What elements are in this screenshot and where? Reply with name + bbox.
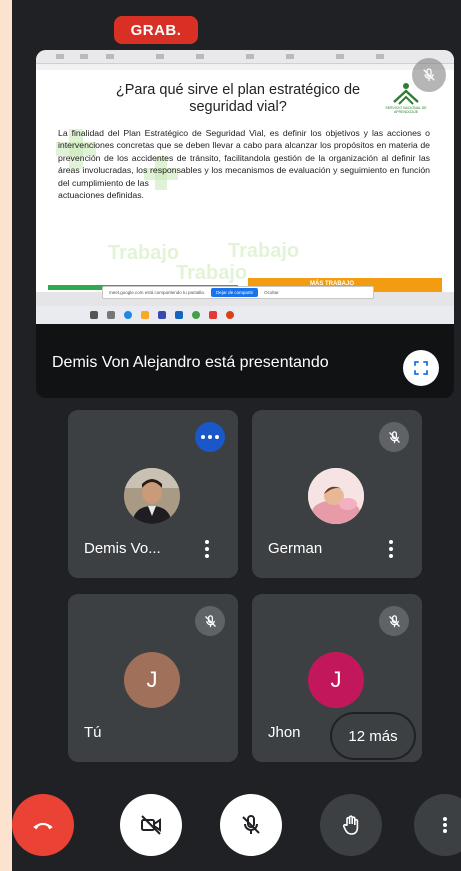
presenter-label: Demis Von Alejandro está presentando [52, 354, 329, 371]
ribbon-labels [36, 64, 454, 70]
avatar: J [124, 652, 180, 708]
slide-title: ¿Para qué sirve el plan estratégico de s… [115, 82, 361, 115]
speaking-dot [201, 435, 205, 439]
mic-off-icon [423, 68, 435, 81]
shared-screen: Trabajo Trabajo Trabajo ¿Para qué sirve … [36, 50, 454, 324]
raise-hand-icon [342, 815, 359, 835]
participant-name: Tú [84, 724, 102, 741]
mail-icon [175, 311, 183, 319]
mic-off-icon [204, 614, 216, 627]
recording-label: GRAB. [130, 21, 182, 39]
app-ribbon [36, 50, 454, 64]
fullscreen-icon [414, 361, 428, 375]
avatar-photo [124, 468, 180, 524]
menu-dot [389, 554, 393, 558]
avatar [124, 468, 180, 524]
menu-dot [389, 540, 393, 544]
slide-body-tail: actuaciones definidas. [58, 190, 144, 201]
avatar: J [308, 652, 364, 708]
participant-menu-button[interactable] [382, 534, 400, 564]
raise-hand-button[interactable] [320, 794, 382, 856]
more-vert-icon [443, 817, 447, 833]
participant-menu-button[interactable] [198, 534, 216, 564]
menu-dot [205, 554, 209, 558]
more-options-button[interactable] [414, 794, 461, 856]
logo-text: SERVICIO NACIONAL DE APRENDIZAJE [385, 106, 427, 114]
participant-tile[interactable]: J Tú [68, 594, 238, 762]
mic-toggle-button[interactable] [220, 794, 282, 856]
recording-badge: GRAB. [114, 16, 198, 44]
hide-notice-button: Ocultar [264, 290, 279, 295]
speaking-indicator [195, 422, 225, 452]
menu-dot [205, 547, 209, 551]
avatar-letter: J [330, 667, 342, 692]
meet-call-screen: GRAB. Trabajo Trabajo Trabajo ¿Para qué … [12, 0, 461, 871]
menu-dot [205, 540, 209, 544]
stop-sharing-button: Dejar de compartir [211, 288, 259, 297]
mic-off-indicator [379, 422, 409, 452]
participant-tile[interactable]: Demis Vo... [68, 410, 238, 578]
edge-icon [124, 311, 132, 319]
speaking-dot [215, 435, 219, 439]
slide: Trabajo Trabajo Trabajo ¿Para qué sirve … [48, 72, 442, 306]
share-notice-text: meet.google.com está compartiendo tu pan… [109, 290, 206, 295]
avatar-photo [308, 468, 364, 524]
mic-off-icon [388, 614, 400, 627]
search-icon [90, 311, 98, 319]
screen-share-notice: meet.google.com está compartiendo tu pan… [102, 286, 374, 299]
bg-word: Trabajo [108, 242, 180, 264]
phone-hangup-icon [33, 822, 53, 830]
presenter-mic-off-indicator [412, 58, 446, 92]
windows-taskbar [36, 306, 454, 324]
speaking-dot [208, 435, 212, 439]
fullscreen-button[interactable] [403, 350, 439, 386]
presentation-tile[interactable]: Trabajo Trabajo Trabajo ¿Para qué sirve … [36, 50, 454, 398]
office-icon [209, 311, 217, 319]
folder-icon [141, 311, 149, 319]
bg-word: Trabajo [228, 240, 300, 262]
avatar-letter: J [146, 667, 158, 692]
mic-off-icon [242, 814, 260, 834]
more-participants-button[interactable]: 12 más [332, 714, 414, 758]
participant-name: German [268, 540, 323, 557]
store-icon [158, 311, 166, 319]
mic-off-indicator [195, 606, 225, 636]
camera-off-icon [141, 815, 161, 835]
participant-name: Demis Vo... [84, 540, 161, 557]
menu-dot [389, 547, 393, 551]
end-call-button[interactable] [12, 794, 74, 856]
chrome-icon [192, 311, 200, 319]
avatar [308, 468, 364, 524]
mic-off-indicator [379, 606, 409, 636]
slide-body: La finalidad del Plan Estratégico de Seg… [58, 127, 430, 201]
mic-off-icon [388, 430, 400, 443]
participant-tile[interactable]: German [252, 410, 422, 578]
participant-name: Jhon [268, 724, 301, 741]
slide-body-text: La finalidad del Plan Estratégico de Seg… [58, 128, 430, 188]
camera-toggle-button[interactable] [120, 794, 182, 856]
task-view-icon [107, 311, 115, 319]
app-icon [226, 311, 234, 319]
